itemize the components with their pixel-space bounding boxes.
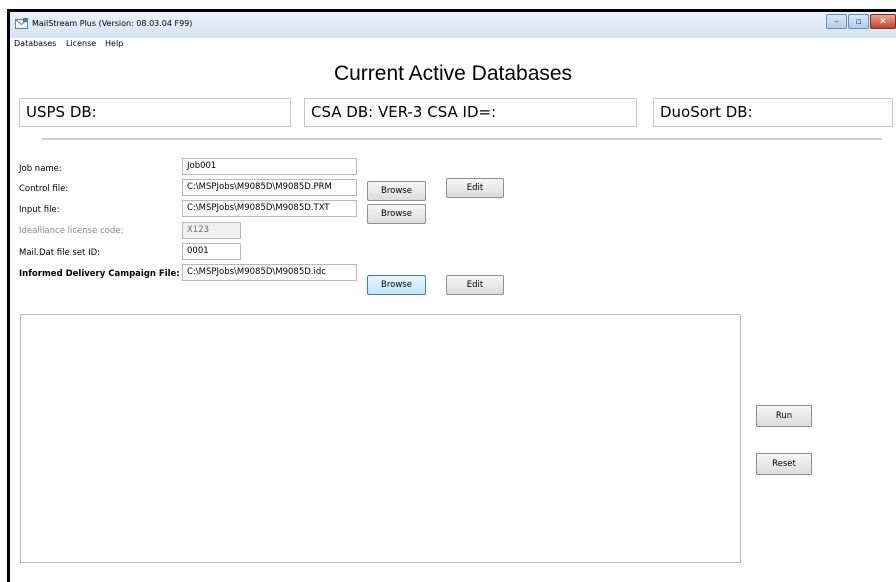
input-file-label: Input file: (19, 205, 60, 215)
control-file-browse-button[interactable]: Browse (367, 181, 426, 201)
idealliance-license-label: Idealliance license code: (19, 226, 124, 236)
job-name-input[interactable]: Job001 (182, 158, 357, 175)
idealliance-license-input: X123 (182, 222, 241, 239)
maximize-button[interactable]: ▫ (848, 14, 869, 29)
control-file-label: Control file: (19, 184, 69, 194)
duosort-db-status: DuoSort DB: (653, 98, 893, 127)
input-file-input[interactable]: C:\MSPJobs\M9085D\M9085D.TXT (182, 200, 357, 217)
maildat-file-set-input[interactable]: 0001 (182, 243, 241, 260)
campaign-file-input[interactable]: C:\MSPJobs\M9085D\M9085D.idc (182, 264, 357, 281)
csa-db-status: CSA DB: VER-3 CSA ID=: (304, 98, 637, 127)
run-button[interactable]: Run (756, 405, 812, 427)
campaign-file-label: Informed Delivery Campaign File: (19, 269, 180, 279)
window-controls: – ▫ ✕ (825, 14, 896, 30)
output-log-area[interactable] (20, 314, 741, 563)
menu-bar: Databases License Help (10, 38, 896, 52)
page-title: Current Active Databases (333, 62, 573, 85)
minimize-button[interactable]: – (826, 14, 847, 29)
window-title: MailStream Plus (Version: 08.03.04 F99) (32, 19, 193, 28)
campaign-file-browse-button[interactable]: Browse (367, 275, 426, 295)
job-name-label: Job name: (19, 164, 62, 174)
control-file-input[interactable]: C:\MSPJobs\M9085D\M9085D.PRM (182, 179, 357, 196)
usps-db-status: USPS DB: (19, 98, 291, 127)
application-window: MailStream Plus (Version: 08.03.04 F99) … (7, 9, 896, 582)
input-file-browse-button[interactable]: Browse (367, 204, 426, 224)
menu-license[interactable]: License (66, 39, 96, 48)
title-bar[interactable]: MailStream Plus (Version: 08.03.04 F99) … (10, 12, 896, 38)
campaign-file-edit-button[interactable]: Edit (446, 275, 504, 295)
menu-help[interactable]: Help (105, 39, 123, 48)
maximize-icon: ▫ (855, 16, 862, 27)
minimize-icon: – (834, 16, 839, 27)
divider (42, 138, 882, 140)
reset-button[interactable]: Reset (756, 453, 812, 475)
control-file-edit-button[interactable]: Edit (446, 178, 504, 198)
menu-databases[interactable]: Databases (14, 39, 56, 48)
mail-envelope-icon (15, 18, 28, 32)
maildat-file-set-label: Mail.Dat file set ID: (19, 248, 101, 258)
close-button[interactable]: ✕ (870, 14, 896, 29)
close-icon: ✕ (879, 16, 887, 27)
